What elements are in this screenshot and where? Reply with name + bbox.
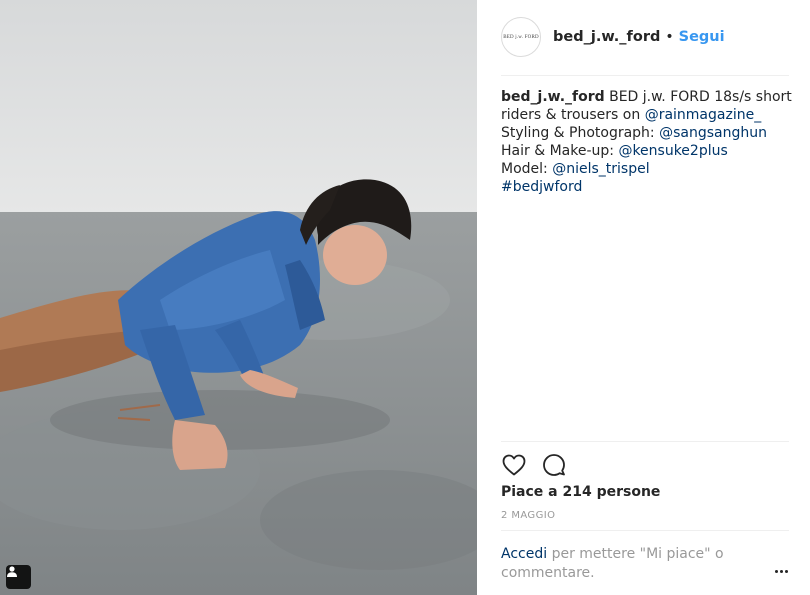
caption-line-2: riders & trousers on @rainmagazine_ bbox=[501, 106, 791, 124]
login-link[interactable]: Accedi bbox=[501, 546, 547, 562]
mention-niels-trispel[interactable]: @niels_trispel bbox=[552, 161, 649, 177]
caption-text-5: Model: bbox=[501, 161, 553, 177]
caption-line-4: Hair & Make-up: @kensuke2plus bbox=[501, 142, 791, 160]
login-prompt: Accedi per mettere "Mi piace" o commenta… bbox=[501, 545, 746, 583]
caption-line-5: Model: @niels_trispel bbox=[501, 160, 791, 178]
footer-divider bbox=[501, 530, 789, 531]
caption-line-1: bed_j.w._ford BED j.w. FORD 18s/s short bbox=[501, 88, 792, 106]
mention-kensuke2plus[interactable]: @kensuke2plus bbox=[618, 143, 727, 159]
mention-sangsanghun[interactable]: @sangsanghun bbox=[659, 125, 767, 141]
header-username[interactable]: bed_j.w._ford bbox=[553, 29, 660, 45]
photo-illustration bbox=[0, 0, 477, 595]
header-separator-dot: • bbox=[665, 29, 674, 45]
post-photo[interactable] bbox=[0, 0, 477, 595]
avatar-text: BED j.w. FORD bbox=[503, 34, 539, 40]
post-actions bbox=[501, 452, 581, 478]
comment-bubble-icon[interactable] bbox=[541, 452, 567, 478]
comment-glyph bbox=[543, 454, 565, 476]
more-dot bbox=[784, 569, 788, 573]
more-dot bbox=[779, 569, 783, 573]
caption-line-6: #bedjwford bbox=[501, 178, 791, 196]
caption-text-2: riders & trousers on bbox=[501, 107, 645, 123]
more-dot bbox=[774, 569, 778, 573]
heart-glyph bbox=[502, 454, 526, 476]
caption-text-4: Hair & Make-up: bbox=[501, 143, 619, 159]
caption-text-1: BED j.w. FORD 18s/s short bbox=[604, 89, 792, 105]
actions-divider bbox=[501, 441, 789, 442]
caption-username[interactable]: bed_j.w._ford bbox=[501, 89, 605, 105]
post-panel: BED j.w. FORD bed_j.w._ford • Segui bed_… bbox=[477, 0, 810, 595]
more-options-icon[interactable] bbox=[769, 563, 793, 579]
likes-count[interactable]: Piace a 214 persone bbox=[501, 484, 660, 500]
post-caption: bed_j.w._ford BED j.w. FORD 18s/s short … bbox=[501, 88, 792, 196]
hashtag-bedjwford[interactable]: #bedjwford bbox=[501, 179, 582, 195]
heart-icon[interactable] bbox=[501, 452, 527, 478]
person-glyph bbox=[7, 566, 17, 577]
post-header: BED j.w. FORD bed_j.w._ford • Segui bbox=[501, 17, 787, 57]
caption-line-3: Styling & Photograph: @sangsanghun bbox=[501, 124, 791, 142]
follow-button[interactable]: Segui bbox=[679, 29, 725, 45]
mention-rainmagazine[interactable]: @rainmagazine_ bbox=[645, 107, 762, 123]
avatar[interactable]: BED j.w. FORD bbox=[501, 17, 541, 57]
post-date[interactable]: 2 MAGGIO bbox=[501, 510, 555, 521]
user-tag-icon[interactable] bbox=[6, 565, 31, 589]
header-divider bbox=[501, 75, 789, 76]
caption-text-3: Styling & Photograph: bbox=[501, 125, 660, 141]
